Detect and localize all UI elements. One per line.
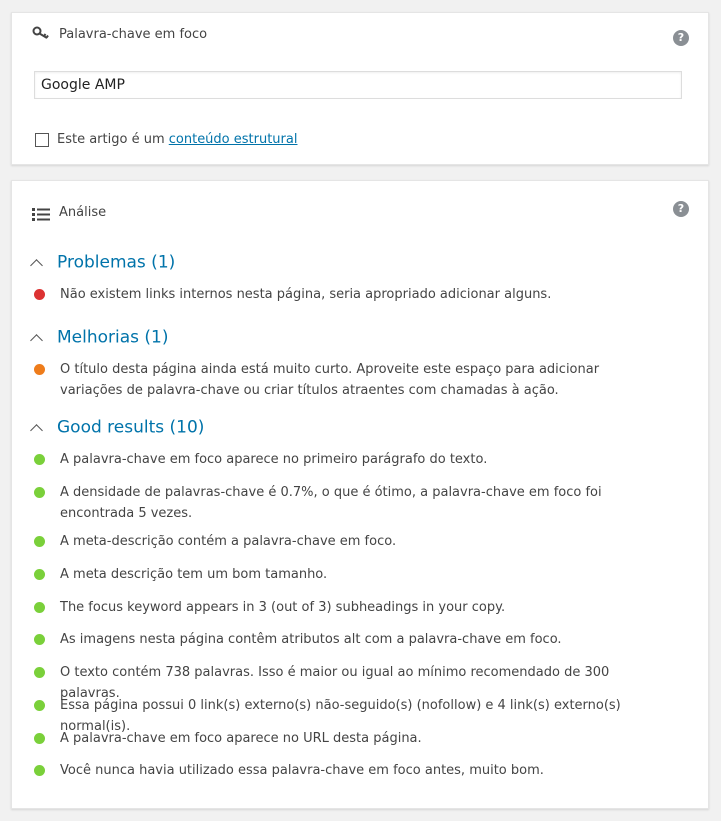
chevron-up-icon xyxy=(30,424,43,437)
status-dot-good xyxy=(34,487,45,498)
result-text: A meta-descrição contém a palavra-chave … xyxy=(60,534,397,549)
result-text: The focus keyword appears in 3 (out of 3… xyxy=(60,600,506,615)
list-icon xyxy=(32,206,50,225)
cornerstone-link[interactable]: conteúdo estrutural xyxy=(169,132,298,147)
result-text: A palavra-chave em foco aparece no URL d… xyxy=(60,731,422,746)
key-icon xyxy=(32,25,50,44)
result-text: O título desta página ainda está muito c… xyxy=(60,362,600,398)
result-text: A meta descrição tem um bom tamanho. xyxy=(60,567,328,582)
status-dot-good xyxy=(34,667,45,678)
result-text: Não existem links internos nesta página,… xyxy=(60,287,552,302)
analysis-panel: Análise ? Problemas (1) Não existem link… xyxy=(11,180,709,809)
problems-toggle[interactable]: Problemas (1) xyxy=(30,252,176,274)
result-text: Você nunca havia utilizado essa palavra-… xyxy=(60,763,544,778)
status-dot-ok xyxy=(34,364,45,375)
focus-keyword-input[interactable]: Google AMP xyxy=(34,71,682,99)
status-dot-good xyxy=(34,733,45,744)
cornerstone-label: Este artigo é um conteúdo estrutural xyxy=(57,132,297,147)
cornerstone-checkbox[interactable] xyxy=(35,133,49,147)
status-dot-good xyxy=(34,634,45,645)
status-dot-bad xyxy=(34,289,45,300)
focus-keyword-label: Palavra-chave em foco xyxy=(59,27,208,42)
good-results-toggle[interactable]: Good results (10) xyxy=(30,417,205,439)
analysis-label: Análise xyxy=(59,205,107,220)
status-dot-good xyxy=(34,569,45,580)
status-dot-good xyxy=(34,536,45,547)
focus-keyword-panel: Palavra-chave em foco ? Google AMP Este … xyxy=(11,12,709,165)
result-text: As imagens nesta página contêm atributos… xyxy=(60,632,562,647)
chevron-up-icon xyxy=(30,259,43,272)
result-text: A densidade de palavras-chave é 0.7%, o … xyxy=(60,485,602,521)
status-dot-good xyxy=(34,700,45,711)
result-text: A palavra-chave em foco aparece no prime… xyxy=(60,452,488,467)
status-dot-good xyxy=(34,765,45,776)
cornerstone-prefix: Este artigo é um xyxy=(57,132,169,147)
status-dot-good xyxy=(34,602,45,613)
help-icon[interactable]: ? xyxy=(673,30,689,46)
improvements-title: Melhorias (1) xyxy=(57,327,169,348)
help-icon[interactable]: ? xyxy=(673,201,689,217)
chevron-up-icon xyxy=(30,334,43,347)
problems-title: Problemas (1) xyxy=(57,252,176,273)
good-results-title: Good results (10) xyxy=(57,417,205,438)
status-dot-good xyxy=(34,454,45,465)
improvements-toggle[interactable]: Melhorias (1) xyxy=(30,327,169,349)
